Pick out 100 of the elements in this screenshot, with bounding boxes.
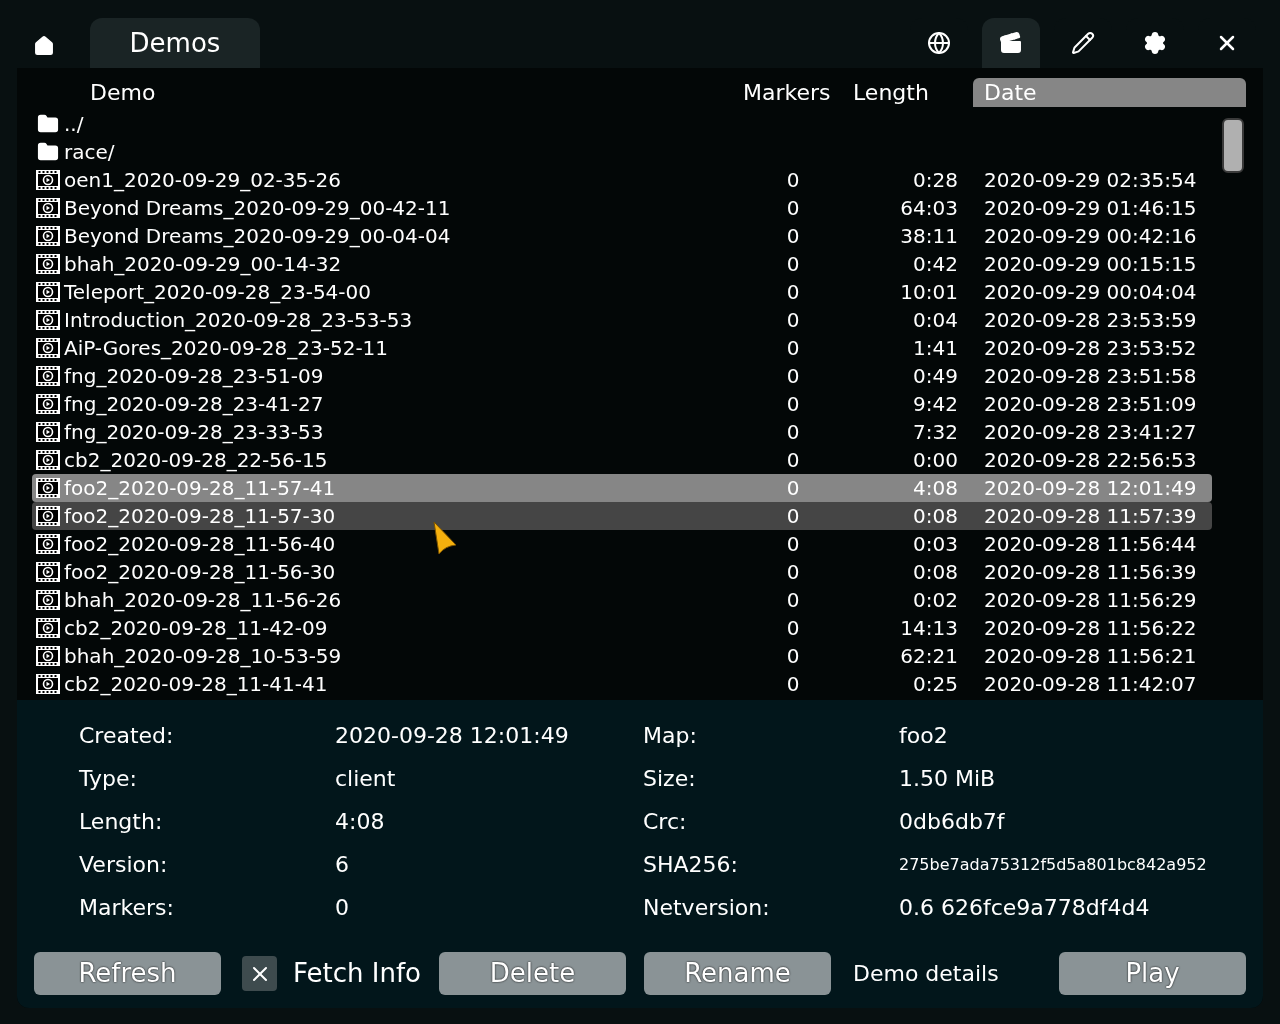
film-play-icon (36, 338, 60, 358)
detail-value: 0.6 626fce9a778df4d4 (899, 894, 1150, 922)
cursor-icon (433, 521, 457, 555)
demo-length: 64:03 (899, 195, 958, 222)
demo-name: Introduction_2020-09-28_23-53-53 (64, 307, 413, 334)
demo-name: cb2_2020-09-28_11-41-41 (64, 671, 328, 698)
markers-count: 0 (785, 335, 801, 362)
demo-row[interactable]: AiP-Gores_2020-09-28_23-52-11 0 1:41 2020-09-28 23:53:52 (32, 334, 1212, 362)
column-header[interactable]: Demo (50, 77, 743, 107)
clapperboard-icon (999, 31, 1023, 55)
demo-date: 2020-09-28 12:01:49 (983, 475, 1198, 502)
demo-date: 2020-09-29 00:04:04 (983, 279, 1198, 306)
demo-row[interactable]: foo2_2020-09-28_11-57-30 0 0:08 2020-09-28 11:57:39 (32, 502, 1212, 530)
demo-row[interactable]: cb2_2020-09-28_11-42-09 0 14:13 2020-09-28 11:56:22 (32, 614, 1212, 642)
demo-length: 0:02 (912, 587, 958, 614)
film-play-icon (36, 394, 60, 414)
demo-length: 0:08 (912, 559, 958, 586)
demo-row[interactable]: ../ (32, 110, 1212, 138)
film-play-icon (36, 170, 60, 190)
film-play-icon (36, 282, 60, 302)
film-play-icon (36, 618, 60, 638)
column-header[interactable]: Markers (743, 77, 853, 107)
detail-label: Version: (79, 851, 169, 879)
demo-date: 2020-09-29 00:42:16 (983, 223, 1198, 250)
demo-row[interactable]: Teleport_2020-09-28_23-54-00 0 10:01 2020-09-29 00:04:04 (32, 278, 1212, 306)
demo-length: 14:13 (899, 615, 958, 642)
demo-row[interactable]: cb2_2020-09-28_11-41-41 0 0:25 2020-09-28 11:42:07 (32, 670, 1212, 698)
demo-date: 2020-09-28 11:56:22 (983, 615, 1198, 642)
demo-row[interactable]: foo2_2020-09-28_11-56-30 0 0:08 2020-09-28 11:56:39 (32, 558, 1212, 586)
demo-row[interactable]: foo2_2020-09-28_11-56-40 0 0:03 2020-09-28 11:56:44 (32, 530, 1212, 558)
demo-name: cb2_2020-09-28_22-56-15 (64, 447, 328, 474)
film-play-icon (36, 198, 60, 218)
demo-row[interactable]: bhah_2020-09-28_10-53-59 0 62:21 2020-09-28 11:56:21 (32, 642, 1212, 670)
film-play-icon (36, 450, 60, 470)
demo-row[interactable]: oen1_2020-09-29_02-35-26 0 0:28 2020-09-29 02:35:54 (32, 166, 1212, 194)
folder-icon (37, 113, 59, 135)
markers-count: 0 (785, 531, 801, 558)
detail-value: 1.50 MiB (899, 765, 996, 793)
demo-date: 2020-09-28 11:56:29 (983, 587, 1198, 614)
demo-row[interactable]: Beyond Dreams_2020-09-29_00-42-11 0 64:03 2020-09-29 01:46:15 (32, 194, 1212, 222)
demo-row[interactable]: cb2_2020-09-28_22-56-15 0 0:00 2020-09-28 22:56:53 (32, 446, 1212, 474)
demo-length: 9:42 (912, 391, 958, 418)
demo-date: 2020-09-28 23:53:52 (983, 335, 1198, 362)
checkbox[interactable] (242, 956, 277, 991)
demos-tab[interactable]: Demos (90, 18, 260, 68)
demo-date: 2020-09-28 23:53:59 (983, 307, 1198, 334)
column-header[interactable]: Length (853, 77, 973, 107)
demo-name: foo2_2020-09-28_11-57-30 (64, 503, 336, 530)
demo-row[interactable]: foo2_2020-09-28_11-57-41 0 4:08 2020-09-28 12:01:49 (32, 474, 1212, 502)
demo-name: fng_2020-09-28_23-41-27 (64, 391, 324, 418)
demo-date: 2020-09-28 23:41:27 (983, 419, 1198, 446)
detail-label: Crc: (643, 808, 688, 836)
detail-value: 2020-09-28 12:01:49 (335, 722, 569, 750)
globe-icon (927, 31, 951, 55)
demo-length: 4:08 (912, 475, 958, 502)
demo-name: cb2_2020-09-28_11-42-09 (64, 615, 328, 642)
film-play-icon (36, 674, 60, 694)
demo-row[interactable]: bhah_2020-09-29_00-14-32 0 0:42 2020-09-29 00:15:15 (32, 250, 1212, 278)
film-play-icon (36, 422, 60, 442)
demo-name: oen1_2020-09-29_02-35-26 (64, 167, 341, 194)
detail-value: foo2 (899, 722, 948, 750)
detail-label: SHA256: (643, 851, 739, 879)
markers-count: 0 (785, 447, 801, 474)
demo-length: 0:04 (912, 307, 958, 334)
checkbox-label[interactable]: Fetch Info (293, 954, 421, 993)
markers-count: 0 (785, 419, 801, 446)
markers-count: 0 (785, 363, 801, 390)
demo-length: 0:49 (912, 363, 958, 390)
demo-row[interactable]: Beyond Dreams_2020-09-29_00-04-04 0 38:11 2020-09-29 00:42:16 (32, 222, 1212, 250)
column-header[interactable]: Date (973, 77, 1246, 107)
demo-name: ../ (64, 111, 84, 138)
demo-length: 0:28 (912, 167, 958, 194)
home-icon[interactable] (33, 35, 55, 57)
demo-date: 2020-09-28 22:56:53 (983, 447, 1198, 474)
demo-length: 0:42 (912, 251, 958, 278)
settings-icon (1143, 31, 1167, 55)
detail-label: Length: (79, 808, 164, 836)
detail-label: Size: (643, 765, 697, 793)
demo-row[interactable]: fng_2020-09-28_23-33-53 0 7:32 2020-09-28 23:41:27 (32, 418, 1212, 446)
demo-name: bhah_2020-09-29_00-14-32 (64, 251, 342, 278)
scrollbar-thumb[interactable] (1222, 118, 1244, 173)
film-play-icon (36, 590, 60, 610)
detail-value: 0 (335, 894, 349, 922)
demo-row[interactable]: Introduction_2020-09-28_23-53-53 0 0:04 2020-09-28 23:53:59 (32, 306, 1212, 334)
demo-row[interactable]: fng_2020-09-28_23-41-27 0 9:42 2020-09-28 23:51:09 (32, 390, 1212, 418)
demo-date: 2020-09-29 02:35:54 (983, 167, 1198, 194)
detail-value: 0db6db7f (899, 808, 1005, 836)
demo-length: 1:41 (912, 335, 958, 362)
clapperboard-tab[interactable] (982, 18, 1040, 68)
demo-date: 2020-09-28 11:42:07 (983, 671, 1198, 698)
demo-row[interactable]: fng_2020-09-28_23-51-09 0 0:49 2020-09-28 23:51:58 (32, 362, 1212, 390)
demo-date: 2020-09-28 11:56:21 (983, 643, 1198, 670)
markers-count: 0 (785, 475, 801, 502)
film-play-icon (36, 310, 60, 330)
markers-count: 0 (785, 559, 801, 586)
demo-row[interactable]: bhah_2020-09-28_11-56-26 0 0:02 2020-09-28 11:56:29 (32, 586, 1212, 614)
film-play-icon (36, 646, 60, 666)
detail-value: client (335, 765, 396, 793)
demo-name: Beyond Dreams_2020-09-29_00-42-11 (64, 195, 451, 222)
demo-row[interactable]: race/ (32, 138, 1212, 166)
